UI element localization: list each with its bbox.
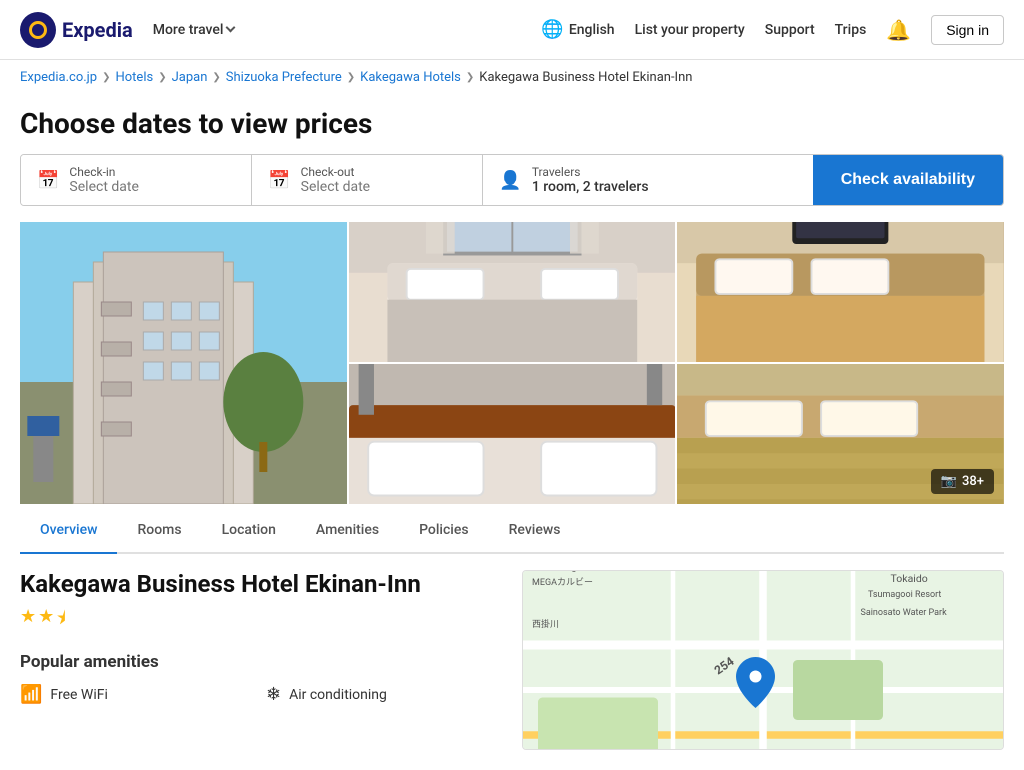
header-right: 🌐 English List your property Support Tri…	[541, 15, 1004, 45]
breadcrumb-item-hotels[interactable]: Hotels	[115, 70, 153, 85]
logo-icon	[20, 12, 56, 48]
star-1-icon: ★	[20, 606, 36, 636]
more-travel-label: More travel	[153, 22, 224, 38]
wifi-icon: 📶	[20, 684, 42, 705]
sign-in-button[interactable]: Sign in	[931, 15, 1004, 45]
hotel-stars: ★ ★ ⯨	[20, 606, 502, 636]
amenity-ac: ❄ Air conditioning	[266, 684, 502, 705]
svg-text:MEGAカルビー: MEGAカルビー	[532, 577, 593, 588]
logo-text: Expedia	[62, 18, 133, 42]
photo-count-label: 38+	[962, 474, 984, 489]
main-content: Choose dates to view prices 📅 Check-in S…	[0, 107, 1024, 770]
checkin-label: Check-in	[69, 165, 138, 179]
breadcrumb-item-kakegawa-hotels[interactable]: Kakegawa Hotels	[360, 70, 461, 85]
page-title: Choose dates to view prices	[20, 107, 1004, 140]
checkin-field[interactable]: 📅 Check-in Select date	[21, 155, 252, 205]
breadcrumb-item-shizuoka[interactable]: Shizuoka Prefecture	[226, 70, 342, 85]
travelers-label: Travelers	[532, 165, 649, 179]
amenities-list: 📶 Free WiFi ❄ Air conditioning	[20, 684, 502, 705]
calendar-icon: 📅	[37, 170, 59, 191]
ac-label: Air conditioning	[289, 687, 387, 703]
checkout-field[interactable]: 📅 Check-out Select date	[252, 155, 483, 205]
tabs-nav: Overview Rooms Location Amenities Polici…	[20, 508, 1004, 554]
photo-gallery[interactable]: 📷 38+	[20, 222, 1004, 504]
svg-text:UNY Kakegawa Store: UNY Kakegawa Store	[532, 571, 617, 573]
breadcrumb-item-expedia[interactable]: Expedia.co.jp	[20, 70, 97, 85]
booking-bar: 📅 Check-in Select date 📅 Check-out Selec…	[20, 154, 1004, 206]
star-2-icon: ★	[38, 606, 54, 636]
support-link[interactable]: Support	[765, 22, 815, 38]
svg-text:西掛川: 西掛川	[532, 618, 559, 630]
gallery-photo-3[interactable]	[677, 222, 1004, 362]
tab-overview[interactable]: Overview	[20, 508, 117, 554]
breadcrumb-sep-2: ❯	[158, 72, 166, 83]
logo[interactable]: Expedia	[20, 12, 133, 48]
svg-text:Tsumagooi Resort: Tsumagooi Resort	[868, 590, 941, 600]
hotel-section: Kakegawa Business Hotel Ekinan-Inn ★ ★ ⯨…	[20, 570, 1004, 770]
breadcrumb-sep-4: ❯	[347, 72, 355, 83]
wifi-label: Free WiFi	[50, 687, 107, 703]
language-label: English	[569, 22, 615, 38]
travelers-icon: 👤	[499, 170, 521, 191]
breadcrumb-sep-1: ❯	[102, 72, 110, 83]
amenity-wifi: 📶 Free WiFi	[20, 684, 256, 705]
globe-icon: 🌐	[541, 19, 563, 40]
list-property-link[interactable]: List your property	[635, 22, 745, 38]
trips-link[interactable]: Trips	[835, 22, 867, 38]
breadcrumb-item-current: Kakegawa Business Hotel Ekinan-Inn	[479, 70, 692, 85]
checkout-value: Select date	[301, 179, 370, 195]
tab-policies[interactable]: Policies	[399, 508, 489, 554]
map-container[interactable]: MEGA DON QUIJOTE UNY Kakegawa Store MEGA…	[522, 570, 1004, 750]
breadcrumb-item-japan[interactable]: Japan	[172, 70, 208, 85]
snow-icon: ❄	[266, 684, 281, 705]
tab-amenities[interactable]: Amenities	[296, 508, 399, 554]
breadcrumb-sep-5: ❯	[466, 72, 474, 83]
hotel-info: Kakegawa Business Hotel Ekinan-Inn ★ ★ ⯨…	[20, 570, 502, 750]
language-button[interactable]: 🌐 English	[541, 19, 614, 40]
gallery-main-photo[interactable]	[20, 222, 347, 504]
svg-text:Tokaido: Tokaido	[891, 572, 928, 585]
gallery-photo-5[interactable]: 📷 38+	[677, 364, 1004, 504]
travelers-value: 1 room, 2 travelers	[532, 179, 649, 195]
check-availability-button[interactable]: Check availability	[813, 155, 1003, 205]
breadcrumb: Expedia.co.jp ❯ Hotels ❯ Japan ❯ Shizuok…	[0, 60, 1024, 95]
checkin-value: Select date	[69, 179, 138, 195]
hotel-name: Kakegawa Business Hotel Ekinan-Inn	[20, 570, 502, 598]
more-travel-chevron-icon	[226, 23, 236, 33]
header: Expedia More travel 🌐 English List your …	[0, 0, 1024, 60]
camera-icon: 📷	[941, 474, 957, 489]
tab-location[interactable]: Location	[202, 508, 296, 554]
more-travel-button[interactable]: More travel	[153, 22, 235, 38]
svg-text:Sainosato Water Park: Sainosato Water Park	[861, 608, 948, 618]
amenities-title: Popular amenities	[20, 652, 502, 672]
star-half-icon: ⯨	[56, 606, 66, 636]
tab-reviews[interactable]: Reviews	[489, 508, 581, 554]
tab-rooms[interactable]: Rooms	[117, 508, 201, 554]
travelers-field[interactable]: 👤 Travelers 1 room, 2 travelers	[483, 155, 812, 205]
checkout-label: Check-out	[301, 165, 370, 179]
checkout-calendar-icon: 📅	[268, 170, 290, 191]
gallery-photo-4[interactable]	[349, 364, 676, 504]
photo-count-badge[interactable]: 📷 38+	[931, 469, 994, 494]
breadcrumb-sep-3: ❯	[212, 72, 220, 83]
gallery-photo-2[interactable]	[349, 222, 676, 362]
notification-bell-icon[interactable]: 🔔	[886, 18, 911, 42]
